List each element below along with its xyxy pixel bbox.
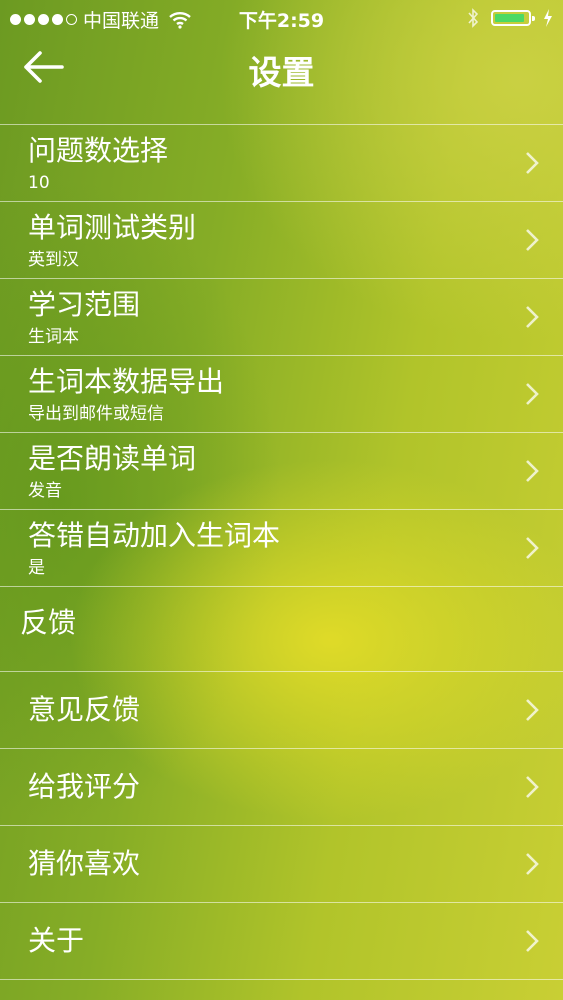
status-right	[467, 8, 553, 28]
feedback-section-header: 反馈	[0, 586, 563, 671]
setting-title: 问题数选择	[28, 134, 169, 167]
chevron-right-icon	[526, 699, 539, 721]
setting-title: 单词测试类别	[28, 211, 197, 244]
rate-item[interactable]: 给我评分	[0, 748, 563, 825]
settings-list: 问题数选择 10 单词测试类别 英到汉 学习范围 生词本 生词本数据导出 导出到…	[0, 124, 563, 980]
chevron-right-icon	[526, 460, 539, 482]
chevron-right-icon	[526, 537, 539, 559]
setting-value: 是	[28, 558, 45, 578]
setting-value: 生词本	[28, 327, 79, 347]
rate-item-title: 给我评分	[28, 770, 141, 803]
chevron-right-icon	[526, 853, 539, 875]
list-divider	[0, 979, 563, 980]
setting-question-count[interactable]: 问题数选择 10	[0, 124, 563, 201]
setting-value: 发音	[28, 481, 62, 501]
chevron-right-icon	[526, 776, 539, 798]
setting-auto-add-wrong[interactable]: 答错自动加入生词本 是	[0, 509, 563, 586]
setting-title: 生词本数据导出	[28, 365, 225, 398]
bluetooth-icon	[468, 8, 479, 28]
setting-title: 是否朗读单词	[28, 442, 197, 475]
setting-value: 导出到邮件或短信	[28, 404, 164, 424]
recommend-item-title: 猜你喜欢	[28, 847, 141, 880]
setting-value: 英到汉	[28, 250, 79, 270]
about-item-title: 关于	[28, 924, 85, 957]
setting-test-category[interactable]: 单词测试类别 英到汉	[0, 201, 563, 278]
section-header-label: 反馈	[20, 606, 77, 639]
setting-title: 答错自动加入生词本	[28, 519, 281, 552]
chevron-right-icon	[526, 383, 539, 405]
chevron-right-icon	[526, 229, 539, 251]
chevron-right-icon	[526, 152, 539, 174]
feedback-item[interactable]: 意见反馈	[0, 671, 563, 748]
setting-read-aloud[interactable]: 是否朗读单词 发音	[0, 432, 563, 509]
page-title: 设置	[248, 53, 315, 92]
charging-bolt-icon	[544, 9, 552, 27]
setting-title: 学习范围	[28, 288, 141, 321]
status-bar: 中国联通 下午2:59	[0, 0, 563, 38]
battery-icon	[491, 10, 535, 26]
navigation-bar: 设置	[0, 38, 563, 124]
chevron-right-icon	[526, 306, 539, 328]
setting-value: 10	[28, 173, 50, 193]
chevron-right-icon	[526, 930, 539, 952]
feedback-item-title: 意见反馈	[28, 693, 141, 726]
setting-export-wordbook[interactable]: 生词本数据导出 导出到邮件或短信	[0, 355, 563, 432]
setting-study-range[interactable]: 学习范围 生词本	[0, 278, 563, 355]
about-item[interactable]: 关于	[0, 902, 563, 979]
recommend-item[interactable]: 猜你喜欢	[0, 825, 563, 902]
